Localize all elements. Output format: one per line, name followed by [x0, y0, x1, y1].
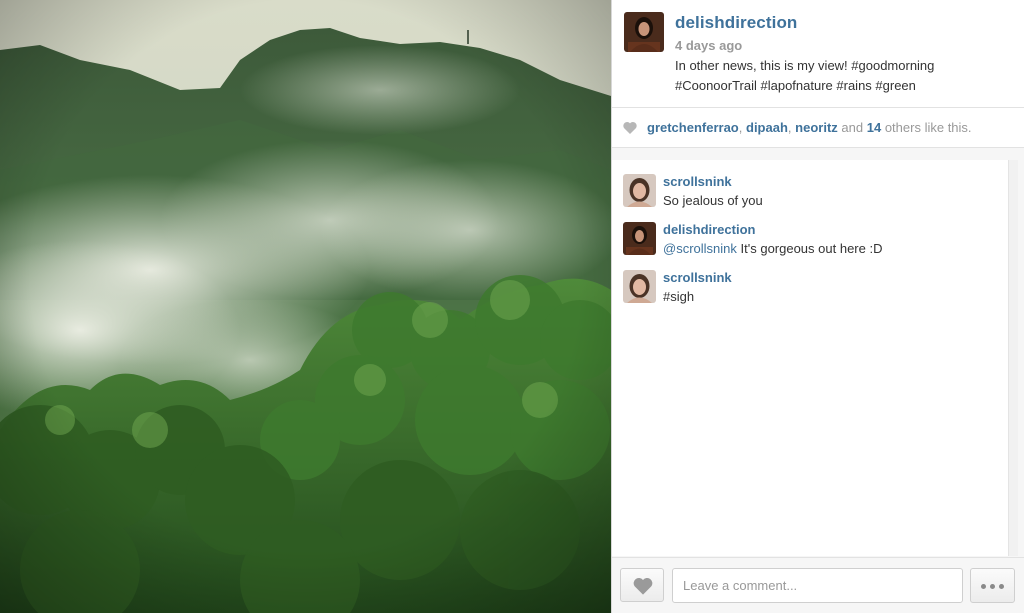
post-photo [0, 0, 611, 613]
comment-input[interactable] [672, 568, 963, 603]
comment-author-link[interactable]: delishdirection [663, 222, 755, 237]
comment-footer [612, 557, 1024, 613]
comments-list[interactable]: scrollsnink So jealous of you delishdire… [612, 160, 1008, 556]
likes-separator: , [738, 120, 743, 135]
comment-text: @scrollsnink It's gorgeous out here :D [663, 241, 882, 256]
likes-others-text: others like this. [884, 120, 972, 135]
commenter-avatar[interactable] [623, 270, 656, 303]
like-button[interactable] [620, 568, 664, 602]
more-options-button[interactable] [970, 568, 1015, 603]
heart-icon [633, 577, 653, 595]
more-dots-icon [981, 584, 986, 589]
post-caption: In other news, this is my view! #goodmor… [675, 58, 935, 93]
more-dots-icon [999, 584, 1004, 589]
comment-body: #sigh [663, 289, 695, 304]
likes-bar: gretchenferrao, dipaah, neoritz and 14 o… [612, 108, 1024, 148]
comment-item: scrollsnink So jealous of you [612, 160, 1008, 208]
likes-separator: , [787, 120, 792, 135]
post-detail-panel: delishdirection 4 days ago In other news… [611, 0, 1024, 613]
comment-body: It's gorgeous out here :D [740, 241, 883, 256]
liker-link[interactable]: dipaah [746, 120, 788, 135]
post-timestamp: 4 days ago [675, 38, 743, 53]
liker-link[interactable]: neoritz [795, 120, 838, 135]
comment-body: So jealous of you [663, 193, 763, 208]
heart-icon [623, 122, 637, 134]
post-author-link[interactable]: delishdirection [675, 13, 797, 33]
likes-summary: gretchenferrao, dipaah, neoritz and 14 o… [647, 120, 972, 135]
more-dots-icon [990, 584, 995, 589]
likes-and-text: and [841, 120, 864, 135]
commenter-avatar[interactable] [623, 174, 656, 207]
comment-mention-link[interactable]: @scrollsnink [663, 241, 737, 256]
post-header: delishdirection 4 days ago In other news… [612, 0, 1024, 108]
comment-author-link[interactable]: scrollsnink [663, 270, 732, 285]
comment-text: So jealous of you [663, 193, 763, 208]
comments-scrollbar[interactable] [1008, 160, 1018, 556]
liker-link[interactable]: gretchenferrao [647, 120, 739, 135]
comment-item: scrollsnink #sigh [612, 256, 1008, 304]
comment-author-link[interactable]: scrollsnink [663, 174, 732, 189]
commenter-avatar[interactable] [623, 222, 656, 255]
likes-others-count[interactable]: 14 [867, 120, 881, 135]
author-avatar[interactable] [624, 12, 664, 52]
comment-text: #sigh [663, 289, 694, 304]
comment-item: delishdirection @scrollsnink It's gorgeo… [612, 208, 1008, 256]
